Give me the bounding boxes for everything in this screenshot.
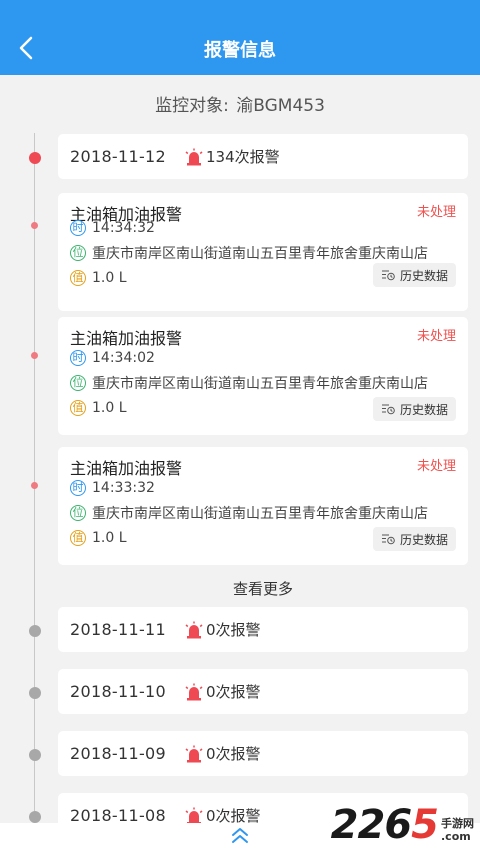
- alarm-address: 重庆市南岸区南山街道南山五百里青年旅舍重庆南山店: [92, 376, 428, 392]
- alarm-time-row: 时 14:34:02: [70, 350, 155, 366]
- day-alarm-count: 134次报警: [205, 148, 280, 166]
- history-data-button[interactable]: 历史数据: [372, 263, 456, 287]
- timeline-dot: [29, 749, 41, 761]
- alarm-time: 14:34:32: [92, 220, 155, 236]
- status-badge: 未处理: [416, 205, 456, 220]
- day-summary-card[interactable]: 2018-11-10 0次报警: [58, 669, 468, 714]
- alarm-position-row: 位 重庆市南岸区南山街道南山五百里青年旅舍重庆南山店: [70, 503, 442, 523]
- day-date: 2018-11-12: [70, 147, 166, 166]
- site-watermark-logo: 2265 手游网 .com: [331, 798, 474, 848]
- alarm-siren-icon: [185, 683, 203, 700]
- value-icon: 值: [70, 530, 86, 546]
- alarm-value: 1.0 L: [92, 530, 127, 546]
- day-alarm-count: 0次报警: [205, 745, 261, 763]
- history-icon: [381, 404, 395, 415]
- watermark-number: 2265: [330, 802, 439, 848]
- alarm-position-row: 位 重庆市南岸区南山街道南山五百里青年旅舍重庆南山店: [70, 243, 442, 263]
- timeline-dot-alarm: [31, 482, 38, 489]
- history-data-label: 历史数据: [399, 268, 448, 283]
- history-icon: [381, 534, 395, 545]
- value-icon: 值: [70, 400, 86, 416]
- alarm-value-row: 值 1.0 L: [70, 270, 127, 286]
- watermark-text: 手游网 .com: [441, 817, 474, 843]
- alarm-position-row: 位 重庆市南岸区南山街道南山五百里青年旅舍重庆南山店: [70, 373, 442, 393]
- alarm-siren-icon: [185, 148, 203, 165]
- alarm-value: 1.0 L: [92, 270, 127, 286]
- alarm-siren-icon: [185, 621, 203, 638]
- subject-plate: 渝BGM453: [236, 96, 325, 116]
- history-data-label: 历史数据: [399, 532, 448, 547]
- alarm-value-row: 值 1.0 L: [70, 530, 127, 546]
- status-badge: 未处理: [416, 459, 456, 474]
- alarm-address: 重庆市南岸区南山街道南山五百里青年旅舍重庆南山店: [92, 246, 428, 262]
- alarm-time: 14:34:02: [92, 350, 155, 366]
- alarm-time-row: 时 14:33:32: [70, 480, 155, 496]
- location-icon: 位: [70, 375, 86, 391]
- alarm-card[interactable]: 主油箱加油报警 未处理 时 14:34:02 位 重庆市南岸区南山街道南山五百里…: [58, 317, 468, 435]
- day-summary-card[interactable]: 2018-11-09 0次报警: [58, 731, 468, 776]
- alarm-siren-icon: [185, 745, 203, 762]
- alarm-time-row: 时 14:34:32: [70, 220, 155, 236]
- time-icon: 时: [70, 220, 86, 236]
- alarm-siren-icon: [185, 807, 203, 824]
- location-icon: 位: [70, 505, 86, 521]
- scroll-to-top-icon[interactable]: [230, 826, 250, 848]
- app-header: 报警信息: [0, 0, 480, 75]
- alarm-value-row: 值 1.0 L: [70, 400, 127, 416]
- history-data-button[interactable]: 历史数据: [372, 527, 456, 551]
- alarm-title: 主油箱加油报警: [70, 329, 183, 348]
- timeline-dot-active: [29, 152, 41, 164]
- alarm-time: 14:33:32: [92, 480, 155, 496]
- alarm-value: 1.0 L: [92, 400, 127, 416]
- status-badge: 未处理: [416, 329, 456, 344]
- day-alarm-count: 0次报警: [205, 683, 261, 701]
- see-more-link[interactable]: 查看更多: [0, 578, 480, 599]
- history-data-button[interactable]: 历史数据: [372, 397, 456, 421]
- location-icon: 位: [70, 245, 86, 261]
- value-icon: 值: [70, 270, 86, 286]
- alarm-card[interactable]: 主油箱加油报警 未处理 时 14:33:32 位 重庆市南岸区南山街道南山五百里…: [58, 447, 468, 565]
- time-icon: 时: [70, 480, 86, 496]
- page-title: 报警信息: [204, 40, 276, 61]
- alarm-title: 主油箱加油报警: [70, 459, 183, 478]
- subject-label: 监控对象:: [155, 96, 229, 116]
- day-date: 2018-11-09: [70, 744, 166, 763]
- timeline-dot: [29, 687, 41, 699]
- timeline-dot: [29, 625, 41, 637]
- day-date: 2018-11-10: [70, 682, 166, 701]
- alarm-address: 重庆市南岸区南山街道南山五百里青年旅舍重庆南山店: [92, 506, 428, 522]
- timeline-dot: [29, 811, 41, 823]
- day-date: 2018-11-11: [70, 620, 166, 639]
- day-alarm-count: 0次报警: [205, 621, 261, 639]
- time-icon: 时: [70, 350, 86, 366]
- timeline-line: [34, 133, 35, 823]
- history-icon: [381, 270, 395, 281]
- day-summary-card[interactable]: 2018-11-11 0次报警: [58, 607, 468, 652]
- timeline-dot-alarm: [31, 222, 38, 229]
- alarm-card[interactable]: 主油箱加油报警 未处理 时 14:34:32 位 重庆市南岸区南山街道南山五百里…: [58, 193, 468, 311]
- monitor-subject: 监控对象: 渝BGM453: [0, 91, 480, 116]
- history-data-label: 历史数据: [399, 402, 448, 417]
- day-summary-card[interactable]: 2018-11-12 134次报警: [58, 134, 468, 179]
- timeline-dot-alarm: [31, 352, 38, 359]
